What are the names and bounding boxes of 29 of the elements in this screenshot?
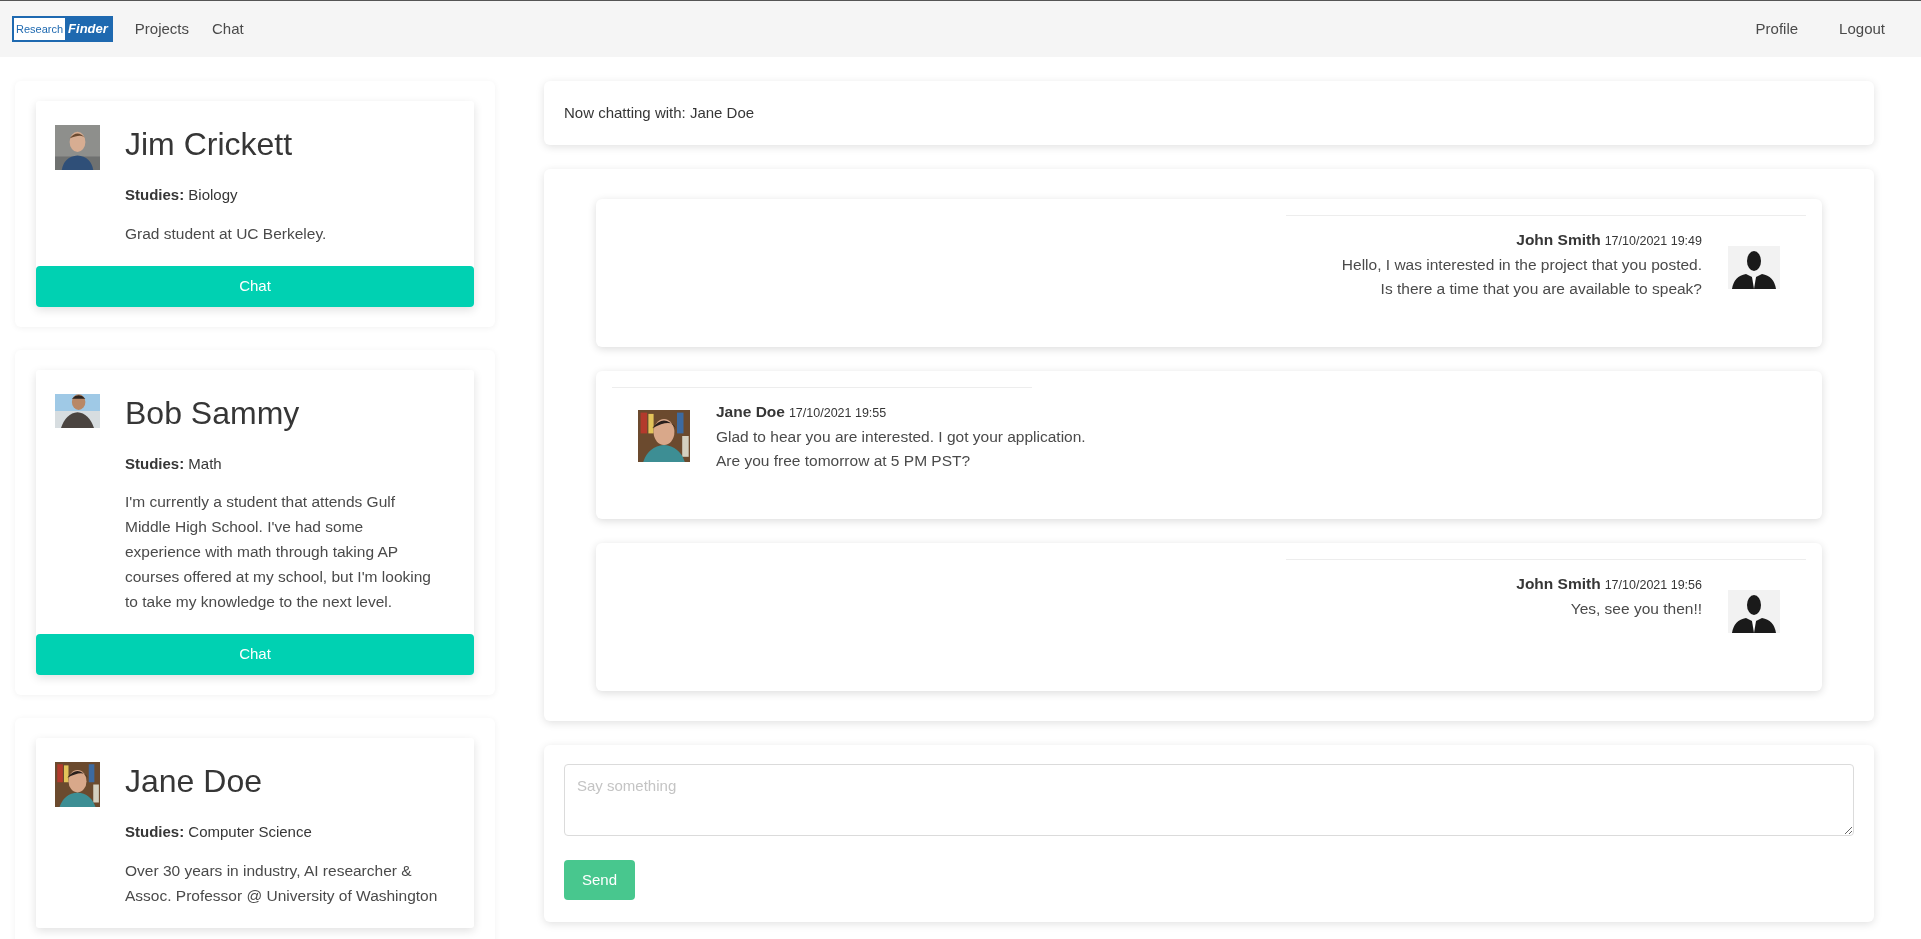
message-time: 17/10/2021 19:56 [1604,577,1702,594]
nav-link[interactable]: Chat [212,17,244,41]
bio-text: Grad student at UC Berkeley. [125,223,328,244]
sender-name: John Smith [1516,230,1601,250]
nav-link[interactable]: Projects [134,17,189,41]
message-time: 17/10/2021 19:49 [1604,233,1702,250]
message-text: Yes, see you then!! [1570,599,1702,619]
studies-text: Studies: Computer Science [125,822,313,842]
person-name: Bob Sammy [125,393,301,433]
logo-text: Research [14,18,66,40]
chat-header-text: Now chatting with: Jane Doe [564,102,755,123]
bio-text: I'm currently a student that attends Gulf Middle High School. I've had some experience with math through taking AP courses offered at my school, but I'm looking to take my knowledge to the next level. [125,492,432,612]
sender-name: Jane Doe [716,402,785,422]
person-name: Jim Crickett [125,125,294,164]
message-field[interactable]: Say something [564,764,1854,836]
message-text: Hello, I was interested in the project that you posted. [1341,255,1702,275]
sender-name: John Smith [1516,574,1601,594]
bio-text: Over 30 years in industry, AI researcher & Assoc. Professor @ University of Washington [125,860,439,906]
message-time: 17/10/2021 19:55 [788,405,887,422]
studies-text: Studies: Math [125,453,223,474]
nav-link[interactable]: Logout [1839,17,1885,41]
message-text: Are you free tomorrow at 5 PM PST? [716,451,971,471]
message-text: Glad to hear you are interested. I got your application. [716,427,1086,447]
logo[interactable]: Research Finder [12,16,113,42]
studies-text: Studies: Biology [125,185,239,205]
message-text: Is there a time that you are available to speak? [1380,279,1702,299]
nav-link[interactable]: Profile [1755,17,1799,41]
logo-text: Finder [67,20,110,39]
person-name: Jane Doe [125,762,263,801]
